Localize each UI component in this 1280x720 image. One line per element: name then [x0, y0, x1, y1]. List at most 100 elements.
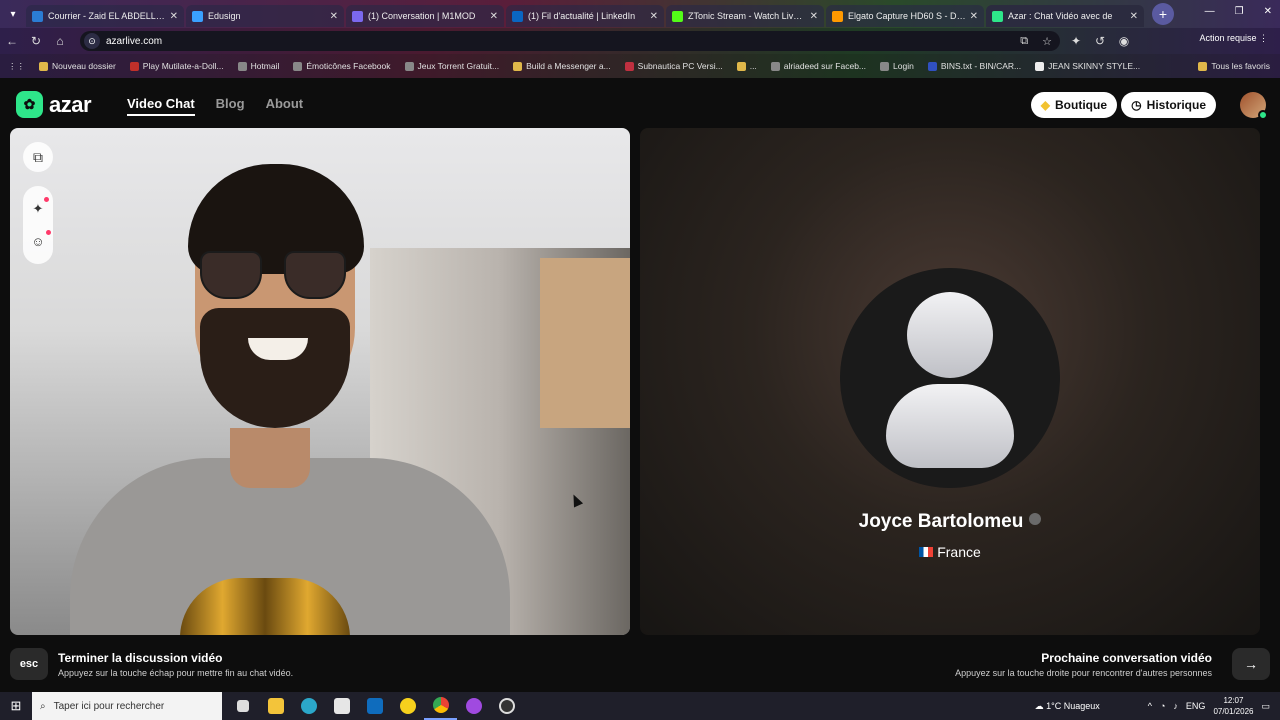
site-info-icon[interactable]: ⊙: [84, 33, 100, 49]
next-chat-hint: Appuyez sur la touche droite pour rencon…: [955, 668, 1212, 678]
history-button[interactable]: ◷ Historique: [1121, 92, 1216, 118]
shop-button[interactable]: ◆ Boutique: [1030, 92, 1117, 118]
browser-tab[interactable]: Edusign ✕: [186, 5, 344, 27]
weather-widget[interactable]: ☁ 1°C Nuageux: [1035, 701, 1100, 712]
avatar-head-shape: [907, 292, 993, 378]
tab-search-icon[interactable]: ▾: [0, 0, 26, 28]
action-required-button[interactable]: Action requise ⋮: [1199, 33, 1268, 44]
tray-expand-icon[interactable]: ^: [1148, 701, 1152, 711]
nav-blog[interactable]: Blog: [216, 96, 245, 116]
close-tab-icon[interactable]: ✕: [810, 11, 818, 22]
tab-favicon-icon: [352, 10, 363, 22]
tab-title: Azar : Chat Vidéo avec de: [1008, 11, 1113, 21]
tab-title: ZTonic Stream - Watch Live on: [688, 11, 806, 21]
network-icon[interactable]: ◔: [1160, 701, 1165, 711]
file-explorer-icon[interactable]: [259, 692, 292, 720]
close-window-icon[interactable]: ✕: [1264, 6, 1272, 17]
obs-icon[interactable]: [490, 692, 523, 720]
bookmark-label: alriadeed sur Faceb...: [783, 61, 867, 71]
chrome-icon[interactable]: [424, 692, 457, 720]
bookmark-favicon-icon: [513, 61, 523, 71]
volume-icon[interactable]: ♪: [1173, 701, 1178, 711]
outlook-icon[interactable]: [358, 692, 391, 720]
france-flag-icon: [919, 547, 934, 557]
browser-tab[interactable]: ZTonic Stream - Watch Live on ✕: [666, 5, 824, 27]
tab-favicon-icon: [672, 10, 683, 22]
profile-icon[interactable]: ◉: [1112, 34, 1136, 48]
bookmark-item[interactable]: Jeux Torrent Gratuit...: [404, 61, 499, 71]
extension-icon[interactable]: ✦: [1064, 34, 1088, 48]
new-tab-button[interactable]: +: [1152, 3, 1174, 25]
bookmark-item[interactable]: alriadeed sur Faceb...: [770, 61, 867, 71]
arrow-right-icon: →: [1244, 656, 1258, 672]
close-tab-icon[interactable]: ✕: [490, 11, 498, 22]
language-indicator[interactable]: ENG: [1186, 701, 1206, 711]
address-text: azarlive.com: [106, 35, 163, 47]
main-nav: Video Chat Blog About: [127, 96, 303, 116]
bookmark-item[interactable]: Nouveau dossier: [39, 61, 116, 71]
bookmark-item[interactable]: Émoticônes Facebook: [293, 61, 391, 71]
address-input[interactable]: ⊙ azarlive.com ⧉ ☆: [80, 31, 1060, 51]
browser-tab[interactable]: Courrier - Zaid EL ABDELLAOUI ✕: [26, 5, 184, 27]
close-tab-icon[interactable]: ✕: [330, 11, 338, 22]
tab-list: Courrier - Zaid EL ABDELLAOUI ✕ Edusign ✕ (1…: [26, 1, 1146, 27]
restore-icon[interactable]: ❐: [1235, 6, 1244, 17]
apps-icon[interactable]: ⋮⋮: [8, 61, 25, 72]
person-beard: [200, 308, 350, 428]
task-view-icon[interactable]: [226, 692, 259, 720]
windows-start-icon[interactable]: ⊞: [0, 698, 32, 714]
browser-tab[interactable]: Elgato Capture HD60 S - Diffu ✕: [826, 5, 984, 27]
effects-sparkle-icon[interactable]: ✦: [33, 196, 50, 217]
clock-date: 07/01/2026: [1213, 707, 1254, 716]
browser-tab[interactable]: (1) Conversation | M1MOD ✕: [346, 5, 504, 27]
all-favorites[interactable]: Tous les favoris: [1198, 61, 1270, 71]
next-chat-button[interactable]: →: [1232, 648, 1270, 680]
home-icon[interactable]: ⌂: [48, 34, 72, 48]
tab-title: Elgato Capture HD60 S - Diffu: [848, 11, 966, 21]
taskbar-search[interactable]: ⌕ Taper ici pour rechercher: [32, 692, 222, 720]
bookmark-item[interactable]: Build a Messenger a...: [513, 61, 611, 71]
bookmark-favicon-icon: [237, 61, 247, 71]
user-avatar[interactable]: [1240, 92, 1268, 120]
bookmark-item[interactable]: Hotmail: [237, 61, 279, 71]
next-chat-title: Prochaine conversation vidéo: [1041, 651, 1212, 665]
weather-text: 1°C Nuageux: [1046, 700, 1100, 711]
edge-icon[interactable]: [292, 692, 325, 720]
norton-icon[interactable]: [391, 692, 424, 720]
browser-tab[interactable]: Azar : Chat Vidéo avec de ✕: [986, 5, 1144, 27]
azar-logo[interactable]: ✿ azar: [16, 91, 92, 118]
partner-placeholder: [840, 268, 1060, 488]
bookmark-item[interactable]: JEAN SKINNY STYLE...: [1035, 61, 1140, 71]
open-in-app-icon[interactable]: ⧉: [1020, 35, 1028, 48]
store-icon[interactable]: [325, 692, 358, 720]
face-filter-icon[interactable]: ☺: [31, 230, 51, 249]
notification-icon[interactable]: ▭: [1261, 701, 1270, 712]
all-favorites-label: Tous les favoris: [1211, 61, 1270, 71]
messenger-icon[interactable]: [457, 692, 490, 720]
bookmark-item[interactable]: ...: [736, 61, 757, 71]
browser-tab[interactable]: (1) Fil d'actualité | LinkedIn ✕: [506, 5, 664, 27]
effects-toolbar: ✦ ☺: [23, 186, 53, 264]
close-tab-icon[interactable]: ✕: [650, 11, 658, 22]
bookmark-star-icon[interactable]: ☆: [1042, 35, 1052, 48]
layout-toggle-icon[interactable]: ⧉: [23, 142, 53, 172]
close-tab-icon[interactable]: ✕: [1130, 11, 1138, 22]
bookmark-item[interactable]: Play Mutilate-a-Doll...: [129, 61, 224, 71]
end-chat-button[interactable]: esc: [10, 648, 48, 680]
bookmark-item[interactable]: Login: [880, 61, 914, 71]
bookmark-item[interactable]: Subnautica PC Versi...: [624, 61, 723, 71]
history-icon[interactable]: ↺: [1088, 34, 1112, 48]
minimize-icon[interactable]: —: [1205, 6, 1215, 17]
bookmark-item[interactable]: BINS.txt - BIN/CAR...: [927, 61, 1021, 71]
close-tab-icon[interactable]: ✕: [170, 11, 178, 22]
reload-icon[interactable]: ↻: [24, 34, 48, 48]
end-chat-hint: Appuyez sur la touche échap pour mettre …: [58, 668, 294, 678]
background-cabinet: [540, 258, 630, 428]
clock[interactable]: 12:07 07/01/2026: [1213, 695, 1253, 717]
nav-video-chat[interactable]: Video Chat: [127, 96, 195, 116]
back-icon[interactable]: ←: [0, 34, 24, 48]
window-controls: — ❐ ✕: [1205, 6, 1272, 17]
site-header: ✿ azar Video Chat Blog About ◆ Boutique …: [0, 80, 1280, 128]
nav-about[interactable]: About: [266, 96, 304, 116]
close-tab-icon[interactable]: ✕: [970, 11, 978, 22]
